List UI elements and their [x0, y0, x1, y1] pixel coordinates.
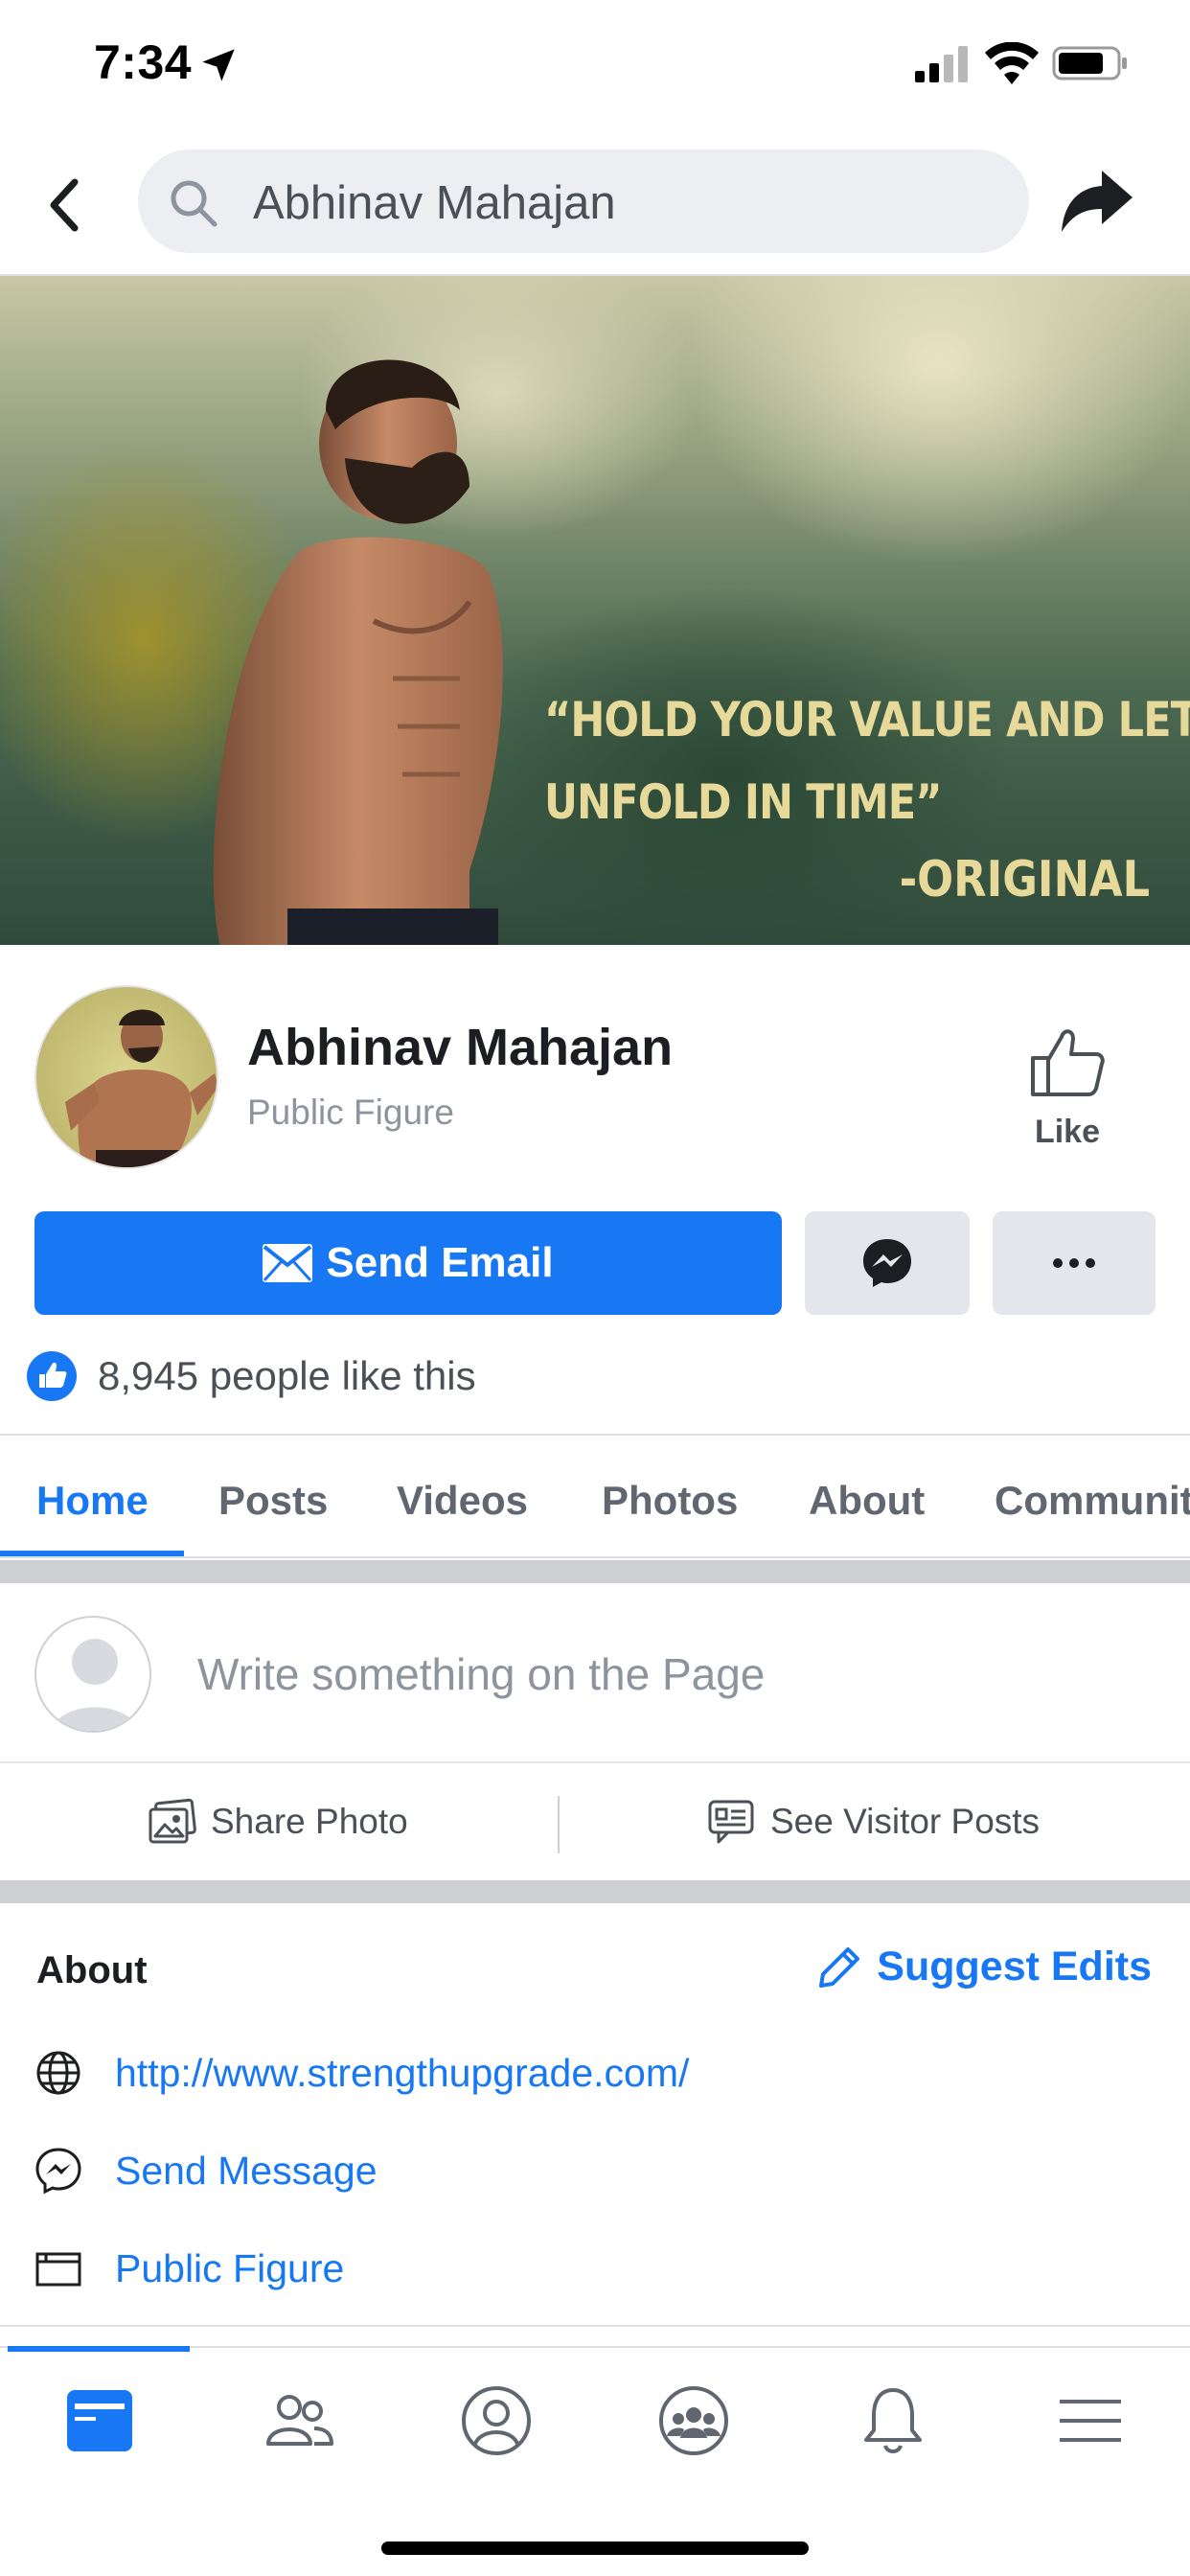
cover-quote-line-2: UNFOLD IN TIME”	[544, 774, 943, 830]
battery-icon	[1052, 46, 1127, 80]
menu-icon[interactable]	[1052, 2382, 1129, 2459]
likes-count-text: 8,945 people like this	[98, 1353, 476, 1398]
website-link[interactable]: http://www.strengthupgrade.com/	[115, 2051, 689, 2096]
profile-icon[interactable]	[458, 2382, 535, 2459]
ellipsis-icon	[1053, 1258, 1095, 1268]
visitor-posts-icon	[708, 1800, 754, 1844]
category-link[interactable]: Public Figure	[115, 2246, 344, 2291]
like-badge-icon	[27, 1351, 77, 1401]
home-indicator[interactable]	[381, 2542, 809, 2555]
news-feed-icon[interactable]	[61, 2382, 138, 2459]
cover-quote-line-1: “HOLD YOUR VALUE AND LET IT	[544, 692, 1190, 748]
active-tab-indicator	[0, 1551, 184, 1556]
tab-about[interactable]: About	[809, 1478, 925, 1524]
status-time: 7:34	[94, 35, 193, 89]
cover-quote-attribution: -ORIGINAL	[899, 851, 1150, 908]
page-likes-summary[interactable]: 8,945 people like this	[27, 1347, 476, 1405]
about-website-row[interactable]: http://www.strengthupgrade.com/	[34, 2049, 689, 2097]
tab-community[interactable]: Communit	[995, 1478, 1190, 1524]
composer-placeholder: Write something on the Page	[197, 1649, 766, 1699]
messenger-icon	[35, 2148, 81, 2195]
location-arrow-icon	[202, 49, 235, 81]
actions-divider	[558, 1796, 560, 1853]
cover-quote: “HOLD YOUR VALUE AND LET IT UNFOLD IN TI…	[544, 678, 1190, 843]
section-divider	[0, 1560, 1190, 1583]
tab-posts[interactable]: Posts	[218, 1478, 328, 1524]
suggest-edits-button[interactable]: Suggest Edits	[817, 1944, 1152, 1990]
avatar-person-image	[65, 1009, 217, 1167]
section-divider	[0, 1880, 1190, 1903]
thumbs-up-icon	[1031, 1029, 1105, 1096]
share-photo-label: Share Photo	[211, 1802, 408, 1841]
status-bar: 7:34	[0, 0, 1190, 128]
send-message-link[interactable]: Send Message	[115, 2149, 378, 2194]
like-button-label: Like	[1034, 1114, 1101, 1150]
tab-videos[interactable]: Videos	[397, 1478, 528, 1524]
notifications-bell-icon[interactable]	[855, 2382, 931, 2459]
page-post-composer[interactable]: Write something on the Page	[0, 1583, 1190, 1763]
about-section: About Suggest Edits http://www.strengthu…	[0, 1903, 1190, 2325]
like-button[interactable]: Like	[1008, 1025, 1127, 1150]
cover-photo[interactable]: “HOLD YOUR VALUE AND LET IT UNFOLD IN TI…	[0, 276, 1190, 945]
about-category-row[interactable]: Public Figure	[34, 2244, 344, 2292]
about-section-title: About	[36, 1949, 148, 1991]
tab-home[interactable]: Home	[36, 1478, 149, 1524]
send-email-button[interactable]: Send Email	[34, 1211, 782, 1315]
avatar[interactable]	[34, 985, 218, 1169]
cellular-signal-icon	[915, 46, 968, 82]
page-category-icon	[35, 2252, 81, 2287]
see-visitor-posts-label: See Visitor Posts	[770, 1802, 1041, 1841]
tab-photos[interactable]: Photos	[602, 1478, 738, 1524]
friends-icon[interactable]	[261, 2382, 337, 2459]
globe-icon	[36, 2051, 80, 2095]
page-tabs: Home Posts Videos Photos About Communit	[0, 1436, 1190, 1558]
photo-icon	[149, 1798, 196, 1844]
search-input[interactable]: Abhinav Mahajan	[138, 150, 1029, 253]
user-avatar	[34, 1616, 151, 1733]
chevron-left-icon[interactable]	[42, 176, 90, 234]
pencil-icon	[819, 1946, 860, 1988]
search-icon	[171, 180, 217, 227]
messenger-button[interactable]	[805, 1211, 970, 1315]
more-options-button[interactable]	[993, 1211, 1156, 1315]
default-avatar-icon	[36, 1618, 149, 1731]
cover-person-image	[213, 359, 503, 945]
active-bottom-tab-indicator	[8, 2346, 190, 2352]
suggest-edits-label: Suggest Edits	[877, 1944, 1152, 1990]
envelope-icon	[263, 1244, 313, 1282]
wifi-icon	[985, 42, 1039, 84]
page-category: Public Figure	[247, 1092, 454, 1132]
groups-icon[interactable]	[655, 2382, 732, 2459]
page-profile-header: Abhinav Mahajan Public Figure Like Send …	[0, 945, 1190, 1436]
bottom-tab-bar	[0, 2346, 1190, 2576]
share-photo-button[interactable]: Share Photo	[148, 1798, 408, 1846]
about-message-row[interactable]: Send Message	[34, 2147, 378, 2195]
messenger-icon	[863, 1239, 911, 1287]
top-navigation-bar: Abhinav Mahajan	[0, 128, 1190, 276]
composer-actions: Share Photo See Visitor Posts	[0, 1765, 1190, 1878]
share-arrow-icon[interactable]	[1060, 167, 1134, 236]
search-query-text: Abhinav Mahajan	[253, 177, 616, 229]
page-title: Abhinav Mahajan	[247, 1019, 674, 1076]
see-visitor-posts-button[interactable]: See Visitor Posts	[707, 1798, 1040, 1846]
send-email-label: Send Email	[326, 1239, 554, 1286]
about-bottom-border	[0, 2325, 1190, 2327]
